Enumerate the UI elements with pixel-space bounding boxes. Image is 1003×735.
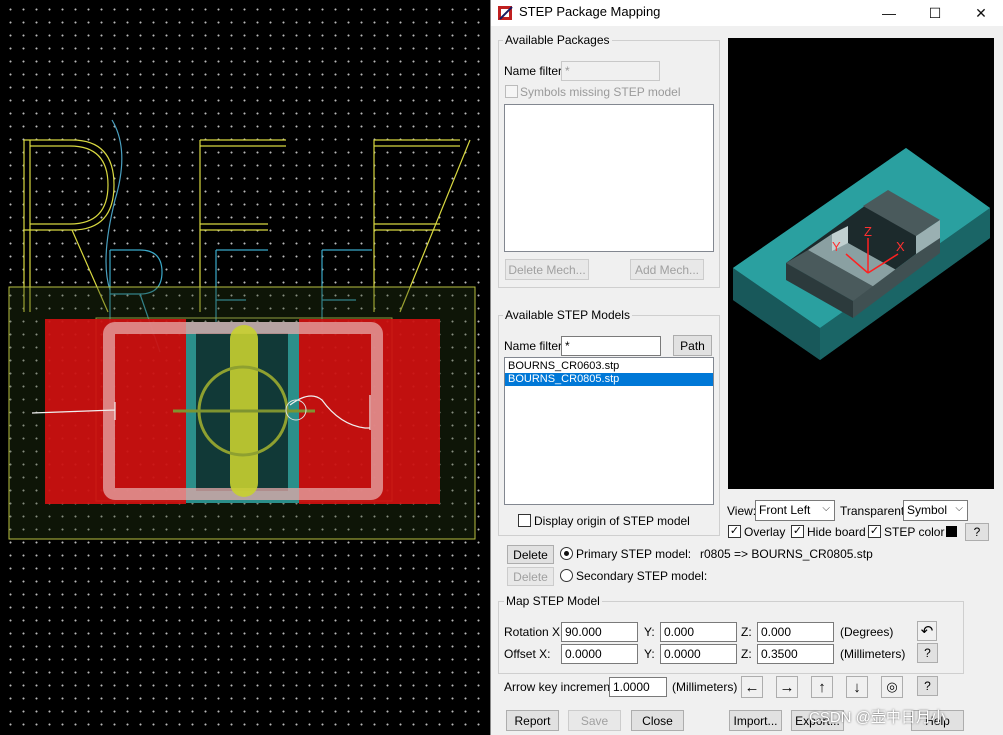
preview-help-button[interactable]: ? [965, 523, 989, 541]
hide-board-checkbox[interactable]: ✓ [791, 525, 804, 538]
symbols-missing-checkbox[interactable] [505, 85, 518, 98]
map-help-button[interactable]: ? [917, 643, 938, 663]
available-packages-legend: Available Packages [503, 33, 612, 47]
minimize-button[interactable]: — [866, 0, 912, 26]
save-button[interactable]: Save [568, 710, 621, 731]
step-3d-preview[interactable]: Z Y X [728, 38, 994, 489]
transparent-label: Transparent: [840, 504, 908, 518]
step-model-item[interactable]: BOURNS_CR0603.stp [505, 360, 713, 373]
arrow-key-increment-label: Arrow key increment: [504, 680, 617, 694]
offset-x-input[interactable]: 0.0000 [561, 644, 638, 664]
arrow-key-increment-input[interactable]: 1.0000 [609, 677, 667, 697]
offset-z-input[interactable]: 0.3500 [757, 644, 834, 664]
view-eye-icon[interactable]: ◎ [881, 676, 903, 698]
symbols-missing-label: Symbols missing STEP model [520, 85, 681, 99]
step-color-swatch[interactable] [946, 526, 957, 537]
primary-step-radio[interactable] [560, 547, 573, 560]
offset-y-label: Y: [644, 647, 655, 661]
package-name-filter-input[interactable]: * [561, 61, 660, 81]
step-color-checkbox[interactable]: ✓ [868, 525, 881, 538]
axis-z-label: Z [864, 224, 872, 239]
millimeters-label: (Millimeters) [840, 647, 906, 661]
delete-primary-button[interactable]: Delete [507, 545, 554, 564]
maximize-button[interactable]: ☐ [912, 0, 958, 26]
rotation-z-input[interactable]: 0.000 [757, 622, 834, 642]
import-button[interactable]: Import... [729, 710, 782, 731]
path-button[interactable]: Path [673, 335, 712, 356]
rotation-x-label: Rotation X: [504, 625, 564, 639]
close-window-button[interactable]: ✕ [958, 0, 1003, 26]
rotation-y-label: Y: [644, 625, 655, 639]
footprint-drawing [8, 119, 476, 540]
transparent-select[interactable]: Symbol ⌵ [903, 500, 968, 521]
arrow-help-button[interactable]: ? [917, 676, 938, 696]
hide-board-label: Hide board [807, 525, 866, 539]
rotate-ccw-icon[interactable]: ↶ [917, 621, 937, 641]
delete-mech-button[interactable]: Delete Mech... [505, 259, 589, 280]
secondary-step-label: Secondary STEP model: [576, 569, 708, 583]
offset-x-label: Offset X: [504, 647, 551, 661]
rotation-z-label: Z: [741, 625, 752, 639]
overlay-checkbox[interactable]: ✓ [728, 525, 741, 538]
arrow-down-icon[interactable]: ↓ [846, 676, 868, 698]
rotation-y-input[interactable]: 0.000 [660, 622, 737, 642]
arrow-left-icon[interactable]: ← [741, 676, 763, 698]
resistor-3d-model: Z Y X [733, 148, 990, 360]
arrow-up-icon[interactable]: ↑ [811, 676, 833, 698]
rotation-x-input[interactable]: 90.000 [561, 622, 638, 642]
arrow-key-unit-label: (Millimeters) [672, 680, 738, 694]
step-name-filter-label: Name filter: [504, 339, 566, 353]
window-title: STEP Package Mapping [519, 4, 661, 19]
display-origin-checkbox[interactable] [518, 514, 531, 527]
available-step-models-legend: Available STEP Models [503, 308, 632, 322]
ref-text-large [23, 139, 471, 313]
step-package-mapping-dialog: STEP Package Mapping — ☐ ✕ Available Pac… [490, 0, 1003, 735]
secondary-step-radio[interactable] [560, 569, 573, 582]
step-name-filter-input[interactable]: * [561, 336, 661, 356]
transparent-select-value: Symbol [907, 503, 948, 517]
step-model-item-selected[interactable]: BOURNS_CR0805.stp [505, 373, 713, 386]
display-origin-label: Display origin of STEP model [534, 514, 690, 528]
offset-z-label: Z: [741, 647, 752, 661]
axis-x-label: X [896, 239, 905, 254]
delete-secondary-button[interactable]: Delete [507, 567, 554, 586]
add-mech-button[interactable]: Add Mech... [630, 259, 704, 280]
step-model-list[interactable]: BOURNS_CR0603.stp BOURNS_CR0805.stp [504, 357, 714, 505]
primary-step-value: r0805 => BOURNS_CR0805.stp [700, 547, 873, 561]
pcb-canvas[interactable] [0, 0, 490, 735]
axis-y-label: Y [832, 239, 841, 254]
arrow-right-icon[interactable]: → [776, 676, 798, 698]
chevron-down-icon: ⌵ [822, 503, 830, 514]
map-step-model-legend: Map STEP Model [504, 594, 602, 608]
offset-y-input[interactable]: 0.0000 [660, 644, 737, 664]
view-label: View: [727, 504, 757, 518]
overlay-label: Overlay [744, 525, 786, 539]
step-color-label: STEP color [884, 525, 945, 539]
watermark: CSDN @壶中日月小 [809, 709, 946, 726]
degrees-label: (Degrees) [840, 625, 894, 639]
package-list[interactable] [504, 104, 714, 252]
view-select[interactable]: Front Left ⌵ [755, 500, 835, 521]
title-bar[interactable]: STEP Package Mapping — ☐ ✕ [491, 0, 1003, 26]
report-button[interactable]: Report [506, 710, 559, 731]
package-name-filter-label: Name filter: [504, 64, 566, 78]
close-button[interactable]: Close [631, 710, 684, 731]
app-icon [498, 6, 513, 20]
view-select-value: Front Left [759, 503, 811, 517]
primary-step-label: Primary STEP model: [576, 547, 692, 561]
chevron-down-icon: ⌵ [955, 503, 963, 514]
